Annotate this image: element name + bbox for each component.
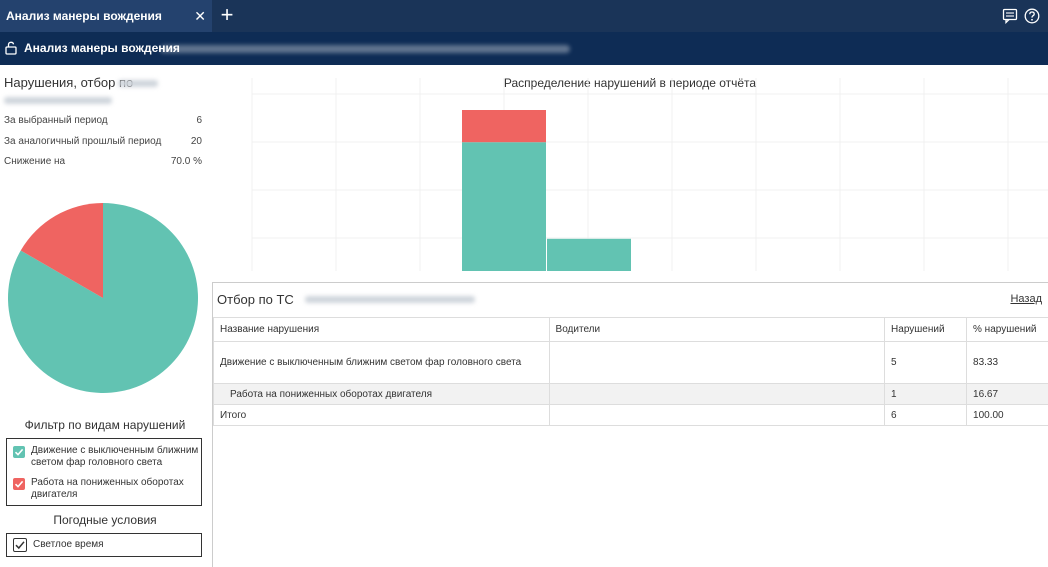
close-icon[interactable]: ✕ [194, 0, 206, 32]
filter-label: Работа на пониженных оборотах двигателя [31, 477, 184, 500]
vehicles-redacted [160, 45, 570, 53]
redacted-text [4, 97, 112, 104]
vehicle-filter-panel: Отбор по ТС Назад Название нарушения Вод… [212, 282, 1048, 567]
violations-pie-chart [8, 203, 198, 393]
cell-percent: 83.33 [966, 341, 1048, 384]
page-header: Анализ манеры вождения [0, 32, 1048, 65]
table-header-row: Название нарушения Водители Нарушений % … [213, 317, 1048, 342]
tab-bar: Анализ манеры вождения ✕ + [0, 0, 1048, 32]
weather-filter-box: Светлое время [6, 533, 202, 557]
cell-total-percent: 100.00 [966, 404, 1048, 426]
stat-current-period: За выбранный период 6 [4, 115, 202, 126]
distribution-bar-chart [251, 78, 1048, 271]
col-violation-name[interactable]: Название нарушения [213, 317, 550, 342]
weather-daylight[interactable]: Светлое время [7, 538, 201, 553]
cell-name: Работа на пониженных оборотах двигателя [213, 383, 550, 405]
filter-label: Движение с выключенным ближним светом фа… [31, 445, 199, 468]
table-row[interactable]: Движение с выключенным ближним светом фа… [213, 341, 1048, 384]
tab-driving-analysis[interactable]: Анализ манеры вождения ✕ [0, 0, 212, 32]
checkbox-checked-icon[interactable] [13, 538, 27, 552]
top-icons [1002, 8, 1040, 25]
distribution-chart: Распределение нарушений в периоде отчёта [212, 65, 1048, 275]
cell-drivers [548, 404, 886, 426]
cell-drivers [548, 383, 886, 405]
stat-previous-period: За аналогичный прошлый период 20 [4, 136, 202, 147]
weather-title: Погодные условия [53, 513, 157, 527]
left-panel: Нарушения, отбор по За выбранный период … [0, 65, 212, 567]
bar-segment[interactable] [462, 142, 546, 271]
cell-percent: 16.67 [966, 383, 1048, 405]
table-row[interactable]: Работа на пониженных оборотах двигателя … [213, 383, 1048, 405]
col-percent[interactable]: % нарушений [966, 317, 1048, 342]
violation-filter-box: Движение с выключенным ближним светом фа… [6, 438, 202, 506]
help-icon[interactable] [1024, 8, 1040, 24]
cell-name: Движение с выключенным ближним светом фа… [213, 341, 550, 384]
table-total-row: Итого 6 100.00 [213, 404, 1048, 426]
unlock-icon[interactable] [4, 41, 18, 55]
panel-title: Отбор по ТС [217, 292, 294, 307]
col-drivers[interactable]: Водители [548, 317, 886, 342]
bar-segment[interactable] [462, 110, 546, 143]
violations-table: Название нарушения Водители Нарушений % … [213, 317, 1048, 426]
filter-low-rpm[interactable]: Работа на пониженных оборотах двигателя [7, 477, 201, 505]
filter-headlights[interactable]: Движение с выключенным ближним светом фа… [7, 445, 201, 477]
vehicle-redacted [305, 296, 475, 303]
add-tab-icon[interactable]: + [216, 4, 238, 26]
back-link[interactable]: Назад [1010, 293, 1042, 305]
cell-count: 1 [884, 383, 968, 405]
page-title: Анализ манеры вождения [24, 41, 180, 55]
cell-drivers [548, 341, 886, 384]
checkbox-checked-icon[interactable] [13, 446, 25, 458]
bar-segment[interactable] [547, 238, 631, 271]
stat-decrease: Снижение на 70.0 % [4, 156, 202, 167]
filter-title: Фильтр по видам нарушений [24, 418, 186, 432]
redacted-text [118, 80, 158, 87]
cell-count: 5 [884, 341, 968, 384]
cell-total-label: Итого [213, 404, 550, 426]
violations-title: Нарушения, отбор по [4, 75, 134, 90]
cell-total-count: 6 [884, 404, 968, 426]
checkbox-checked-icon[interactable] [13, 478, 25, 490]
weather-label: Светлое время [33, 539, 104, 550]
chat-icon[interactable] [1002, 8, 1018, 25]
col-count[interactable]: Нарушений [884, 317, 968, 342]
tab-label: Анализ манеры вождения [6, 9, 162, 23]
